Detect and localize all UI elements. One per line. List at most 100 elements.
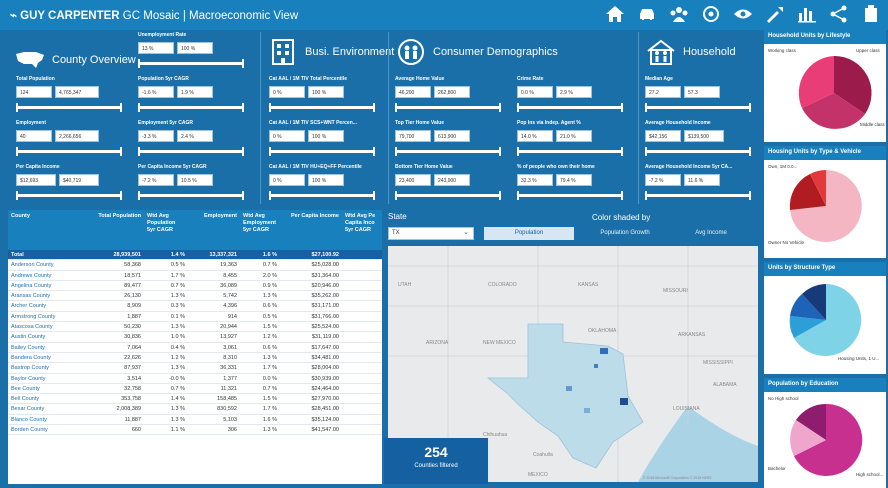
crime-rate-slicer[interactable]: Crime Rate 0.0 % 2.9 % (517, 76, 629, 112)
max-input[interactable]: 613,900 (434, 130, 470, 142)
max-input[interactable]: 21.0 % (556, 130, 592, 142)
avg-income-toggle[interactable]: Avg Income (672, 227, 750, 240)
table-row[interactable]: Bailey County 7,064 0.4 % 3,061 0.6 % $17,647… (8, 343, 382, 353)
table-row[interactable]: Bandera County 22,626 1.2 % 8,310 1.3 % $34,4… (8, 353, 382, 364)
top-tier-home-value-slicer[interactable]: Top Tier Home Value 79,700 613,900 (395, 120, 507, 156)
range-slider[interactable] (269, 147, 375, 156)
range-slider[interactable] (645, 103, 751, 112)
pie-chart-lifestyle[interactable] (764, 44, 886, 142)
per-capita-income-cagr-slicer[interactable]: Per Capita Income 5yr CAGR -7.2 % 10.5 % (138, 164, 250, 200)
per-capita-income-slicer[interactable]: Per Capita Income $12,693 $40,719 (16, 164, 128, 200)
max-input[interactable]: 243,900 (434, 174, 470, 186)
min-input[interactable]: 0.0 % (517, 86, 553, 98)
max-input[interactable]: 262,800 (434, 86, 470, 98)
max-input[interactable]: 100 % (308, 174, 344, 186)
table-row[interactable]: Armstrong County 1,887 0.1 % 914 0.5 % $31,76… (8, 312, 382, 323)
table-row[interactable]: Aransas County 26,130 1.3 % 5,742 1.3 % $35,2… (8, 291, 382, 302)
pie-card-housing-type[interactable]: Housing Units by Type & Vehicle Own, 1M … (764, 146, 886, 258)
car-icon[interactable] (636, 4, 658, 24)
range-slider[interactable] (517, 103, 623, 112)
range-slider[interactable] (138, 59, 244, 68)
min-input[interactable]: 14.0 % (517, 130, 553, 142)
pie-card-lifestyle[interactable]: Household Units by Lifestyle Working cla… (764, 30, 886, 142)
column-header[interactable]: Wtd Avg Pe Capita Inco 5yr CAGR (342, 210, 382, 250)
population-cagr-slicer[interactable]: Population 5yr CAGR -1.6 % 1.9 % (138, 76, 250, 112)
range-slider[interactable] (138, 103, 244, 112)
county-highlight[interactable] (600, 348, 608, 354)
range-slider[interactable] (16, 147, 122, 156)
range-slider[interactable] (645, 147, 751, 156)
employment-slicer[interactable]: Employment 40 2,266,656 (16, 120, 128, 156)
county-highlight[interactable] (594, 364, 598, 368)
max-input[interactable]: 2.9 % (556, 86, 592, 98)
table-row[interactable]: Archer County 8,909 0.3 % 4,396 0.6 % $31,171… (8, 301, 382, 312)
min-input[interactable]: -1.6 % (138, 86, 174, 98)
average-home-value-slicer[interactable]: Average Home Value 46,200 262,800 (395, 76, 507, 112)
max-input[interactable]: $139,500 (684, 130, 724, 142)
min-input[interactable]: 13 % (138, 42, 174, 54)
tools-icon[interactable] (764, 4, 786, 24)
indep-agent-slicer[interactable]: Pop Ins via Indep. Agent % 14.0 % 21.0 % (517, 120, 629, 156)
min-input[interactable]: -3.3 % (138, 130, 174, 142)
state-dropdown[interactable]: TX ⌄ (388, 227, 474, 240)
household-income-cagr-slicer[interactable]: Average Household Income 5yr CA... -7.2 … (645, 164, 757, 200)
median-age-slicer[interactable]: Median Age 27.2 57.3 (645, 76, 757, 112)
min-input[interactable]: 79,700 (395, 130, 431, 142)
min-input[interactable]: 0 % (269, 130, 305, 142)
range-slider[interactable] (395, 103, 501, 112)
home-ownership-slicer[interactable]: % of people who own their home 32.3 % 79.… (517, 164, 629, 200)
min-input[interactable]: $12,693 (16, 174, 56, 186)
total-population-slicer[interactable]: Total Population 124 4,765,347 (16, 76, 128, 112)
eye-icon[interactable] (732, 4, 754, 24)
pie-card-structure[interactable]: Units by Structure Type Housing Units, 1… (764, 262, 886, 374)
column-header[interactable]: County (8, 210, 86, 250)
range-slider[interactable] (645, 191, 751, 200)
table-total-row[interactable]: Total 28,939,501 1.4 % 13,337,321 1.6 % … (8, 250, 382, 261)
range-slider[interactable] (138, 147, 244, 156)
household-income-slicer[interactable]: Average Household Income $42,156 $139,500 (645, 120, 757, 156)
range-slider[interactable] (16, 191, 122, 200)
column-header[interactable]: Wtd Avg Population 5yr CAGR (144, 210, 188, 250)
column-header[interactable]: Wtd Avg Employment 5yr CAGR (240, 210, 280, 250)
min-input[interactable]: 27.2 (645, 86, 681, 98)
home-icon[interactable] (604, 4, 626, 24)
min-input[interactable]: 0 % (269, 86, 305, 98)
table-row[interactable]: Austin County 30,836 1.0 % 13,927 1.2 % $31,1… (8, 332, 382, 343)
unemployment-rate-slicer[interactable]: Unemployment Rate 13 % 100 % (138, 32, 250, 68)
range-slider[interactable] (517, 191, 623, 200)
range-slider[interactable] (395, 147, 501, 156)
max-input[interactable]: 57.3 (684, 86, 720, 98)
employment-cagr-slicer[interactable]: Employment 5yr CAGR -3.3 % 2.4 % (138, 120, 250, 156)
cat-aal-scs-slicer[interactable]: Cat AAL / 1M TIV SCS+WNT Percen... 0 % 10… (269, 120, 381, 156)
county-highlight[interactable] (566, 386, 572, 391)
range-slider[interactable] (517, 147, 623, 156)
range-slider[interactable] (269, 191, 375, 200)
table-row[interactable]: Baylor County 3,514 -0.0 % 1,377 0.0 % $30,93… (8, 374, 382, 384)
column-header[interactable]: Employment (188, 210, 240, 250)
max-input[interactable]: 11.6 % (684, 174, 720, 186)
table-row[interactable]: Bee County 32,758 0.7 % 11,321 0.7 % $24,464.… (8, 384, 382, 395)
table-row[interactable]: Bell County 353,758 1.4 % 158,485 1.5 % $27,9… (8, 394, 382, 405)
max-input[interactable]: 100 % (308, 130, 344, 142)
table-row[interactable]: Bexar County 2,008,389 1.3 % 830,592 1.7 % $2… (8, 404, 382, 415)
column-header[interactable]: Per Capita Income (280, 210, 342, 250)
county-highlight[interactable] (584, 408, 590, 413)
max-input[interactable]: $40,719 (59, 174, 99, 186)
info-icon[interactable] (860, 4, 882, 24)
bar-chart-icon[interactable] (796, 4, 818, 24)
target-icon[interactable] (700, 4, 722, 24)
max-input[interactable]: 100 % (177, 42, 213, 54)
cat-aal-total-slicer[interactable]: Cat AAL / 1M TIV Total Percentile 0 % 100… (269, 76, 381, 112)
min-input[interactable]: 46,200 (395, 86, 431, 98)
min-input[interactable]: 124 (16, 86, 52, 98)
table-row[interactable]: Borden County 660 1.1 % 306 1.3 % $41,547.00 (8, 425, 382, 436)
max-input[interactable]: 2,266,656 (55, 130, 99, 142)
table-row[interactable]: Bastrop County 87,937 1.3 % 36,331 1.7 % $28,… (8, 363, 382, 374)
min-input[interactable]: 0 % (269, 174, 305, 186)
cat-aal-hu-slicer[interactable]: Cat AAL / 1M TIV HU+EQ+FF Percentile 0 %… (269, 164, 381, 200)
table-row[interactable]: Atascosa County 50,230 1.3 % 20,944 1.5 % $25… (8, 322, 382, 333)
range-slider[interactable] (16, 103, 122, 112)
min-input[interactable]: 23,400 (395, 174, 431, 186)
range-slider[interactable] (269, 103, 375, 112)
max-input[interactable]: 100 % (308, 86, 344, 98)
